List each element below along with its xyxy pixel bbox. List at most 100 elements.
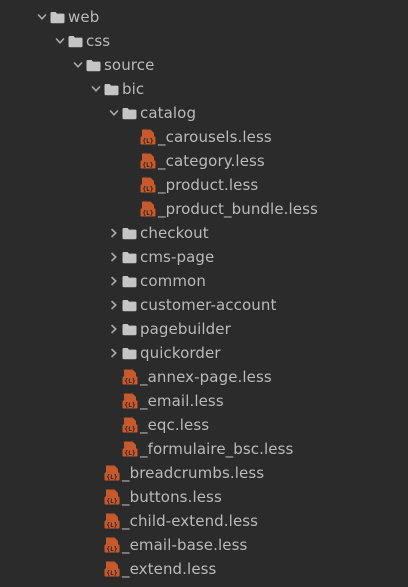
folder-row-customer-account[interactable]: customer-account [0,293,408,317]
svg-text:{L}: {L} [106,570,117,577]
file-name: _formulaire_bsc.less [140,440,294,458]
less-file-icon: {L} [104,509,120,533]
folder-name: css [86,32,111,50]
folder-row-source[interactable]: source [0,53,408,77]
chevron-down-icon[interactable] [70,53,86,77]
file-name: _child-extend.less [122,512,259,530]
file-row-email-less[interactable]: {L} _email.less [0,389,408,413]
file-row-annex-page-less[interactable]: {L} _annex-page.less [0,365,408,389]
file-row-email-base-less[interactable]: {L} _email-base.less [0,533,408,557]
less-file-icon: {L} [140,149,156,173]
folder-icon [122,341,138,365]
folder-row-cms-page[interactable]: cms-page [0,245,408,269]
file-row-carousels-less[interactable]: {L} _carousels.less [0,125,408,149]
folder-row-checkout[interactable]: checkout [0,221,408,245]
folder-icon [50,5,66,29]
less-file-icon: {L} [122,365,138,389]
file-tree: web css source bic catalog {L} _carousels.less… [0,0,408,587]
less-file-icon: {L} [122,389,138,413]
folder-name: customer-account [140,296,277,314]
less-file-icon: {L} [104,533,120,557]
folder-row-css[interactable]: css [0,29,408,53]
folder-icon [122,293,138,317]
folder-name: web [68,8,100,26]
less-file-icon: {L} [104,557,120,581]
chevron-right-icon[interactable] [106,245,122,269]
file-row-breadcrumbs-less[interactable]: {L} _breadcrumbs.less [0,461,408,485]
svg-text:{L}: {L} [142,162,153,169]
file-name: _annex-page.less [140,368,272,386]
svg-text:{L}: {L} [124,378,135,385]
file-row-extend-less[interactable]: {L} _extend.less [0,557,408,581]
chevron-down-icon[interactable] [52,29,68,53]
less-file-icon: {L} [104,485,120,509]
less-file-icon: {L} [140,125,156,149]
file-name: _product_bundle.less [158,200,318,218]
chevron-down-icon[interactable] [106,101,122,125]
folder-row-catalog[interactable]: catalog [0,101,408,125]
less-file-icon: {L} [140,173,156,197]
folder-icon [122,317,138,341]
file-row-category-less[interactable]: {L} _category.less [0,149,408,173]
file-row-eqc-less[interactable]: {L} _eqc.less [0,413,408,437]
file-row-child-extend-less[interactable]: {L} _child-extend.less [0,509,408,533]
folder-name: catalog [140,104,197,122]
chevron-right-icon[interactable] [106,293,122,317]
folder-name: quickorder [140,344,221,362]
svg-text:{L}: {L} [142,138,153,145]
chevron-down-icon[interactable] [88,77,104,101]
folder-row-bic[interactable]: bic [0,77,408,101]
less-file-icon: {L} [104,461,120,485]
file-name: _category.less [158,152,265,170]
file-name: _eqc.less [140,416,210,434]
folder-icon [122,221,138,245]
folder-row-common[interactable]: common [0,269,408,293]
chevron-right-icon[interactable] [106,221,122,245]
file-row-product-less[interactable]: {L} _product.less [0,173,408,197]
svg-text:{L}: {L} [124,426,135,433]
file-row-formulaire-bsc-less[interactable]: {L} _formulaire_bsc.less [0,437,408,461]
folder-row-quickorder[interactable]: quickorder [0,341,408,365]
chevron-right-icon[interactable] [106,269,122,293]
svg-text:{L}: {L} [106,474,117,481]
folder-icon [122,245,138,269]
file-row-product-bundle-less[interactable]: {L} _product_bundle.less [0,197,408,221]
folder-name: pagebuilder [140,320,231,338]
file-name: _email.less [140,392,224,410]
file-name: _breadcrumbs.less [122,464,265,482]
folder-name: bic [122,80,145,98]
less-file-icon: {L} [122,437,138,461]
folder-name: cms-page [140,248,215,266]
svg-text:{L}: {L} [106,498,117,505]
file-name: _product.less [158,176,259,194]
svg-text:{L}: {L} [124,402,135,409]
folder-icon [104,77,120,101]
chevron-right-icon[interactable] [106,317,122,341]
file-name: _buttons.less [122,488,222,506]
less-file-icon: {L} [122,413,138,437]
file-name: _carousels.less [158,128,272,146]
folder-icon [122,269,138,293]
svg-text:{L}: {L} [142,186,153,193]
chevron-down-icon[interactable] [34,5,50,29]
svg-text:{L}: {L} [124,450,135,457]
folder-icon [68,29,84,53]
chevron-right-icon[interactable] [106,341,122,365]
less-file-icon: {L} [140,197,156,221]
folder-row-web[interactable]: web [0,5,408,29]
folder-row-pagebuilder[interactable]: pagebuilder [0,317,408,341]
file-row-buttons-less[interactable]: {L} _buttons.less [0,485,408,509]
file-name: _extend.less [122,560,217,578]
